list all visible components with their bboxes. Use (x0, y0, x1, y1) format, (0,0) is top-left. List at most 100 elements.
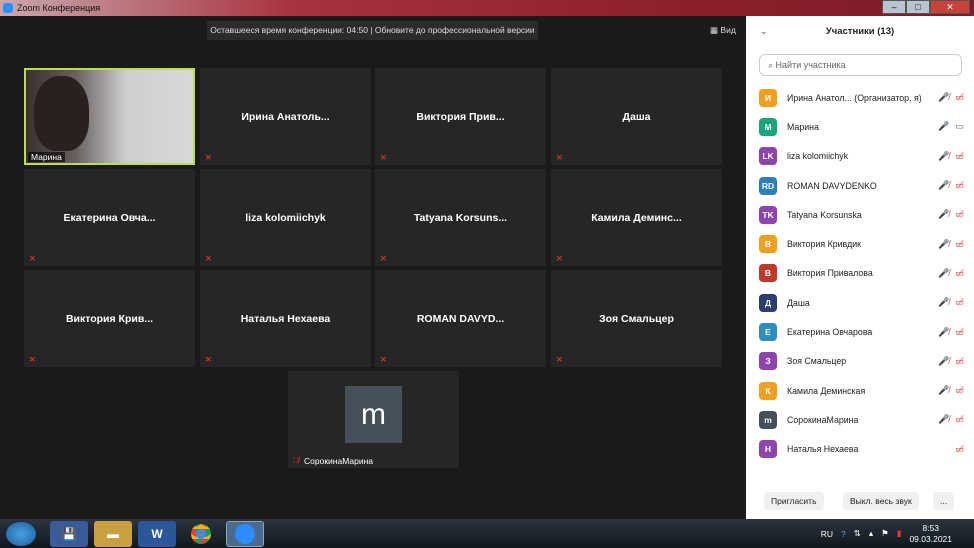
tile-name: liza kolomiichyk (245, 211, 326, 224)
participant-row[interactable]: Е Екатерина Овчарова 🎤̸ ▭̸ (746, 317, 974, 346)
video-off-icon[interactable]: ▭̸ (955, 297, 964, 308)
mic-muted-icon[interactable]: 🎤̸ (938, 414, 949, 425)
avatar: Д (759, 293, 777, 312)
video-off-icon[interactable]: ▭̸ (955, 327, 964, 338)
network-icon[interactable]: ⇅ (854, 528, 861, 539)
participant-name: Екатерина Овчарова (787, 327, 873, 338)
view-button[interactable]: ▦ Вид (710, 25, 736, 36)
video-gallery: Оставшееся время конференции: 04:50 | Об… (0, 16, 746, 519)
video-tile[interactable]: Tatyana Korsuns... ⨯ (375, 169, 546, 266)
avatar: LK (759, 147, 777, 166)
help-icon[interactable]: ? (841, 529, 846, 539)
word-icon[interactable]: W (138, 520, 176, 547)
participant-row[interactable]: Н Наталья Нехаева ▭̸ (746, 435, 974, 464)
video-tile[interactable]: Даша ⨯ (551, 68, 722, 165)
power-icon[interactable]: ▮ (897, 528, 902, 539)
mic-muted-icon[interactable]: 🎤̸ (938, 209, 949, 220)
mic-muted-icon[interactable]: 🎤̸ (938, 180, 949, 191)
close-button[interactable]: ✕ (930, 0, 970, 14)
tile-name: Зоя Смальцер (599, 312, 674, 325)
title-bar: Zoom Конференция – □ ✕ (0, 0, 974, 16)
show-hidden-icon[interactable]: ▴ (869, 528, 873, 539)
video-off-icon[interactable]: ▭̸ (955, 414, 964, 425)
mic-muted-icon[interactable]: 🎤̸ (938, 268, 949, 279)
search-placeholder: Найти участника (775, 60, 846, 70)
time-remaining-banner[interactable]: Оставшееся время конференции: 04:50 | Об… (207, 21, 538, 40)
clock[interactable]: 8:53 09.03.2021 (909, 523, 952, 545)
avatar: m (345, 386, 402, 443)
video-tile[interactable]: Виктория Крив... ⨯ (24, 270, 195, 367)
participant-row[interactable]: К Камила Деминская 🎤̸ ▭̸ (746, 376, 974, 405)
video-off-icon[interactable]: ▭̸ (955, 444, 964, 455)
participant-list: И Ирина Анатол... (Организатор, я) 🎤̸ ▭̸ М Ма… (746, 83, 974, 464)
explorer-icon[interactable]: ▬ (94, 520, 132, 547)
participant-row[interactable]: Д Даша 🎤̸ ▭̸ (746, 288, 974, 317)
video-tile[interactable]: Камила Деминс... ⨯ (551, 169, 722, 266)
panel-title: Участники (13) (825, 26, 895, 37)
mic-muted-icon[interactable]: 🎤̸ (938, 356, 949, 367)
maximize-button[interactable]: □ (906, 0, 930, 14)
zoom-taskbar-icon[interactable] (226, 520, 264, 547)
video-off-icon[interactable]: ▭̸ (955, 268, 964, 279)
mic-muted-icon: ⨯ (556, 254, 563, 263)
participant-row[interactable]: И Ирина Анатол... (Организатор, я) 🎤̸ ▭̸ (746, 83, 974, 112)
mic-muted-icon: ⨯ (205, 153, 212, 162)
video-tile[interactable]: Наталья Нехаева ⨯ (200, 270, 371, 367)
language-indicator[interactable]: RU (821, 529, 833, 539)
video-tile[interactable]: liza kolomiichyk ⨯ (200, 169, 371, 266)
save-app-icon[interactable]: 💾 (50, 520, 88, 547)
video-off-icon[interactable]: ▭̸ (955, 356, 964, 367)
mic-muted-icon[interactable]: 🎤̸ (938, 327, 949, 338)
flag-icon[interactable]: ⚑ (881, 528, 889, 539)
participant-row[interactable]: В Виктория Кривдик 🎤̸ ▭̸ (746, 229, 974, 258)
participant-row[interactable]: В Виктория Привалова 🎤̸ ▭̸ (746, 259, 974, 288)
video-tile[interactable]: Марина (24, 68, 195, 165)
mic-muted-icon[interactable]: 🎤̸ (938, 297, 949, 308)
video-off-icon[interactable]: ▭̸ (955, 385, 964, 396)
participant-row[interactable]: m СорокинаМарина 🎤̸ ▭̸ (746, 405, 974, 434)
participant-row[interactable]: LK liza kolomiichyk 🎤̸ ▭̸ (746, 142, 974, 171)
mic-muted-icon: ⨯ (29, 355, 36, 364)
avatar: В (759, 235, 777, 254)
participant-row[interactable]: TK Tatyana Korsunska 🎤̸ ▭̸ (746, 200, 974, 229)
search-icon: ⌕ (768, 60, 776, 70)
participant-name: Виктория Привалова (787, 268, 873, 279)
invite-button[interactable]: Пригласить (764, 492, 824, 510)
mute-all-button[interactable]: Выкл. весь звук (843, 492, 919, 510)
mic-muted-icon: ⨯ (29, 254, 36, 263)
more-button[interactable]: ... (933, 492, 955, 510)
video-off-icon[interactable]: ▭̸ (955, 180, 964, 191)
video-off-icon[interactable]: ▭̸ (955, 92, 964, 103)
video-icon[interactable]: ▭ (955, 121, 964, 132)
video-tile[interactable]: m 🎙̸ СорокинаМарина (288, 371, 459, 468)
start-button[interactable] (6, 521, 36, 546)
participant-row[interactable]: З Зоя Смальцер 🎤̸ ▭̸ (746, 347, 974, 376)
video-tile[interactable]: Зоя Смальцер ⨯ (551, 270, 722, 367)
participant-name: Виктория Кривдик (787, 239, 861, 250)
mic-muted-icon[interactable]: 🎤̸ (938, 92, 949, 103)
participant-row[interactable]: RD ROMAN DAVYDENKO 🎤̸ ▭̸ (746, 171, 974, 200)
participant-name: Зоя Смальцер (787, 356, 847, 367)
mic-muted-icon[interactable]: 🎤̸ (938, 385, 949, 396)
mic-muted-icon: ⨯ (380, 153, 387, 162)
mic-muted-icon: ⨯ (205, 355, 212, 364)
participant-row[interactable]: М Марина 🎤 ▭ (746, 112, 974, 141)
tile-name: Даша (622, 110, 651, 123)
date: 09.03.2021 (909, 533, 952, 544)
mic-muted-icon: ⨯ (205, 254, 212, 263)
video-off-icon[interactable]: ▭̸ (955, 209, 964, 220)
tile-name: ROMAN DAVYD... (416, 312, 505, 325)
participant-name: Даша (787, 297, 810, 308)
video-tile[interactable]: ROMAN DAVYD... ⨯ (375, 270, 546, 367)
chrome-icon[interactable] (182, 521, 220, 547)
video-tile[interactable]: Ирина Анатоль... ⨯ (200, 68, 371, 165)
video-off-icon[interactable]: ▭̸ (955, 151, 964, 162)
minimize-button[interactable]: – (882, 0, 906, 14)
mic-muted-icon[interactable]: 🎤̸ (938, 239, 949, 250)
video-tile[interactable]: Виктория Прив... ⨯ (375, 68, 546, 165)
search-participant-input[interactable]: ⌕ Найти участника (759, 54, 962, 76)
video-tile[interactable]: Екатерина Овча... ⨯ (24, 169, 195, 266)
mic-icon[interactable]: 🎤 (938, 121, 949, 132)
video-off-icon[interactable]: ▭̸ (955, 239, 964, 250)
mic-muted-icon[interactable]: 🎤̸ (938, 151, 949, 162)
